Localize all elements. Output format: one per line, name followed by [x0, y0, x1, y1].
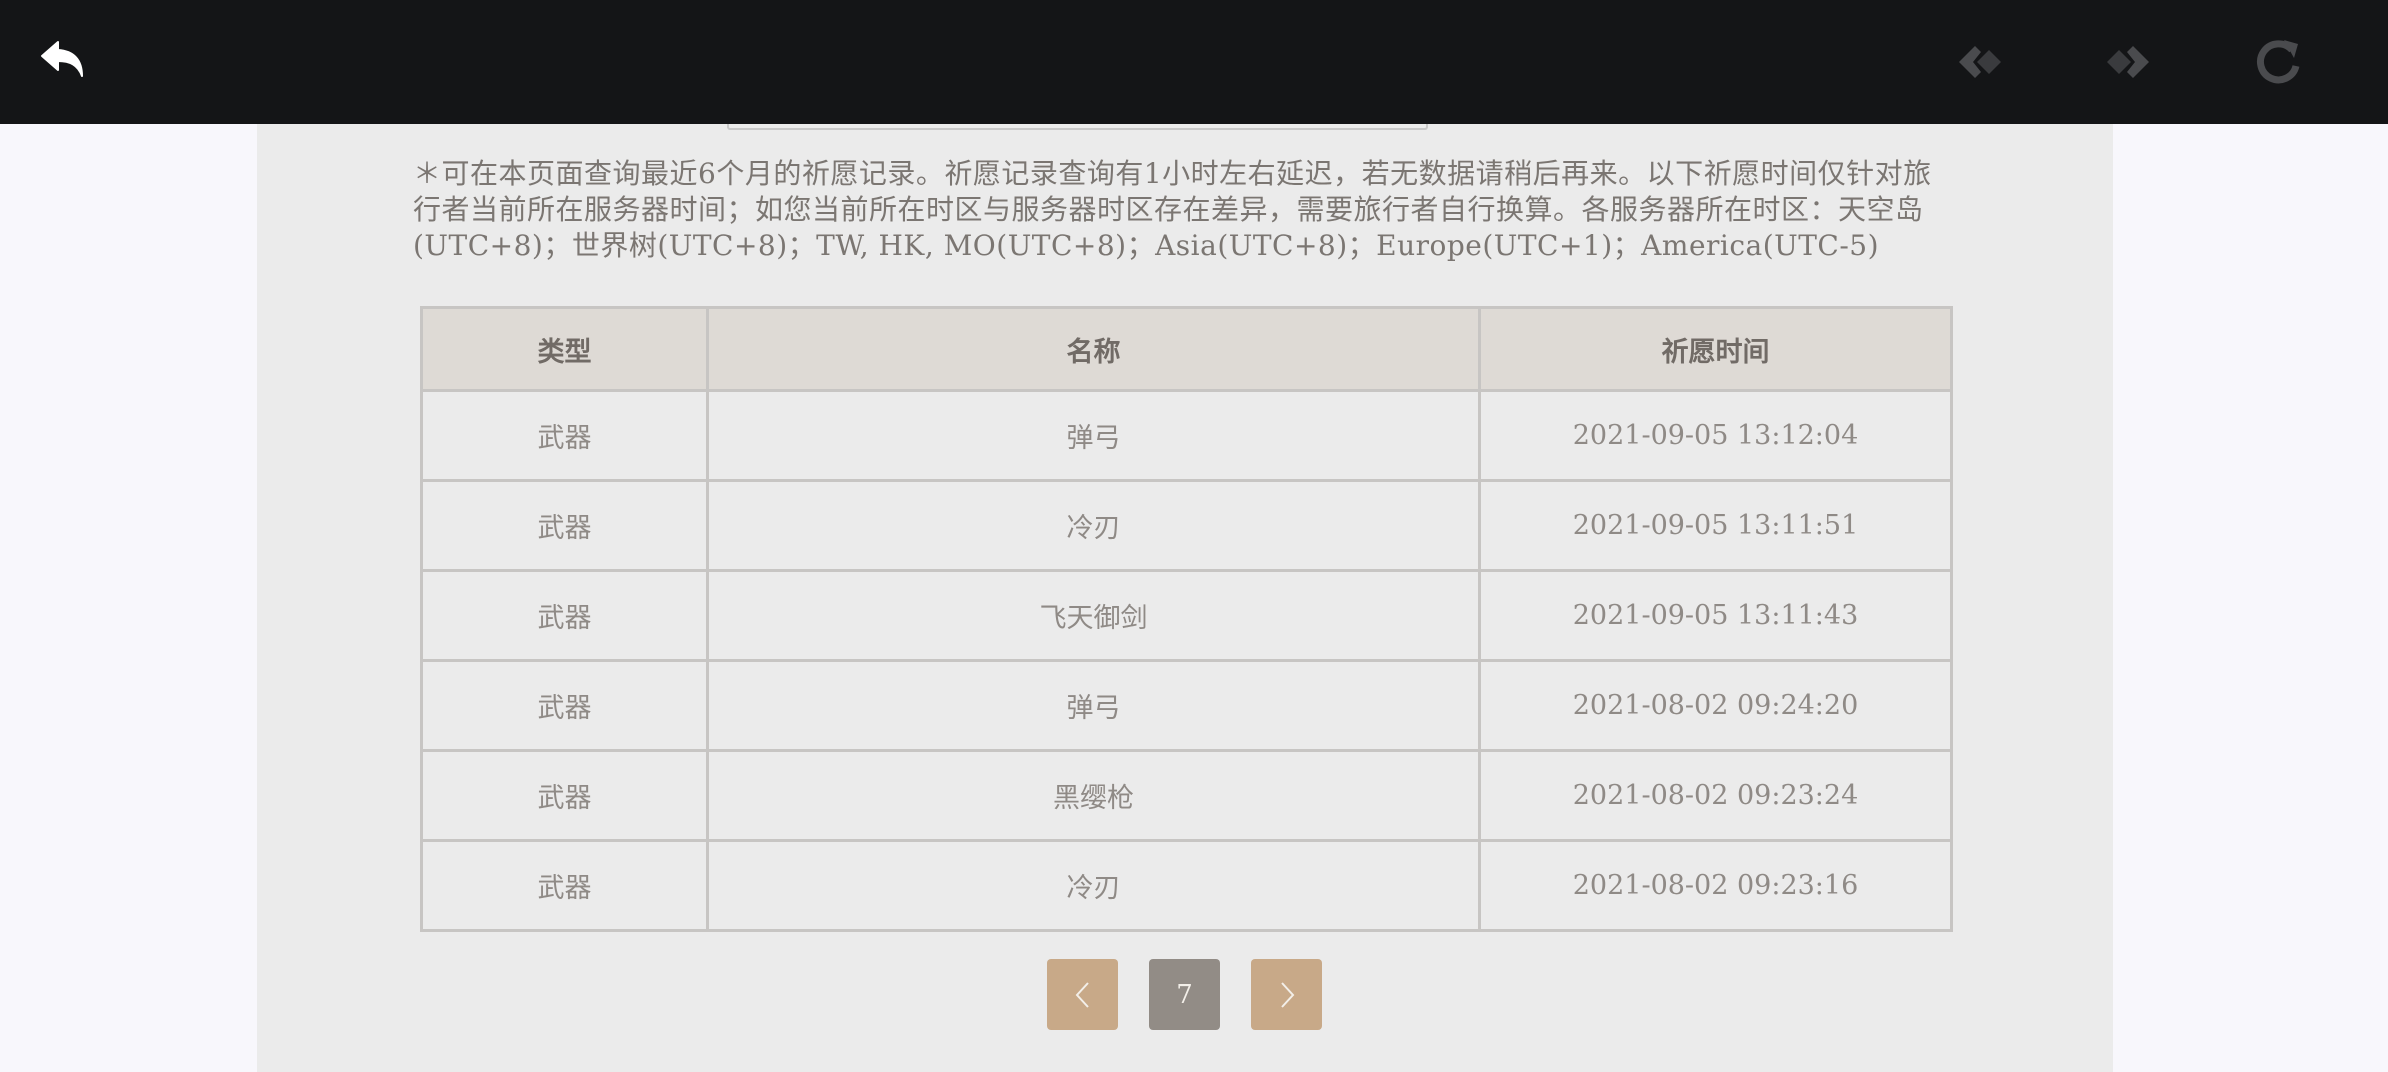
nav-forward-button[interactable]	[2096, 30, 2160, 94]
item-type-cell: 武器	[420, 389, 709, 482]
notice-text: ＊可在本页面查询最近6个月的祈愿记录。祈愿记录查询有1小时左右延迟，若无数据请稍…	[413, 157, 1932, 262]
table-row: 武器 飞天御剑 2021-09-05 13:11:43	[420, 569, 1953, 662]
chevron-left-icon	[1075, 981, 1089, 1008]
nav-forward-icon	[2107, 46, 2149, 78]
item-type-cell: 武器	[420, 659, 709, 752]
item-name-cell: 黑缨枪	[706, 749, 1481, 842]
item-name-cell: 飞天御剑	[706, 569, 1481, 662]
item-type-cell: 武器	[420, 749, 709, 842]
back-button[interactable]	[32, 30, 96, 94]
item-name-cell: 冷刃	[706, 479, 1481, 572]
nav-back-button[interactable]	[1948, 30, 2012, 94]
next-page-button[interactable]	[1251, 959, 1322, 1030]
column-header-time: 祈愿时间	[1478, 306, 1953, 392]
table-row: 武器 弹弓 2021-08-02 09:24:20	[420, 659, 1953, 752]
item-type-cell: 武器	[420, 839, 709, 932]
wish-time-cell: 2021-09-05 13:11:51	[1478, 479, 1953, 572]
item-name-cell: 弹弓	[706, 659, 1481, 752]
current-page-indicator: 7	[1149, 959, 1220, 1030]
back-arrow-icon	[41, 41, 83, 77]
wish-time-cell: 2021-09-05 13:12:04	[1478, 389, 1953, 482]
chevron-right-icon	[1280, 981, 1294, 1008]
column-header-type: 类型	[420, 306, 709, 392]
table-row: 武器 黑缨枪 2021-08-02 09:23:24	[420, 749, 1953, 842]
nav-back-icon	[1959, 46, 2001, 78]
table-row: 武器 冷刃 2021-08-02 09:23:16	[420, 839, 1953, 932]
table-row: 武器 冷刃 2021-09-05 13:11:51	[420, 479, 1953, 572]
refresh-icon	[2257, 40, 2300, 84]
item-name-cell: 弹弓	[706, 389, 1481, 482]
wish-time-cell: 2021-09-05 13:11:43	[1478, 569, 1953, 662]
wish-time-cell: 2021-08-02 09:24:20	[1478, 659, 1953, 752]
table-row: 武器 弹弓 2021-09-05 13:12:04	[420, 389, 1953, 482]
item-name-cell: 冷刃	[706, 839, 1481, 932]
wish-time-cell: 2021-08-02 09:23:24	[1478, 749, 1953, 842]
table-header-row: 类型 名称 祈愿时间	[420, 306, 1953, 392]
column-header-name: 名称	[706, 306, 1481, 392]
prev-page-button[interactable]	[1047, 959, 1118, 1030]
wish-record-table: 类型 名称 祈愿时间 武器 弹弓 2021-09-05 13:12:04 武器 …	[420, 306, 1953, 932]
item-type-cell: 武器	[420, 479, 709, 572]
refresh-button[interactable]	[2246, 30, 2310, 94]
item-type-cell: 武器	[420, 569, 709, 662]
top-toolbar	[0, 0, 2388, 124]
wish-time-cell: 2021-08-02 09:23:16	[1478, 839, 1953, 932]
